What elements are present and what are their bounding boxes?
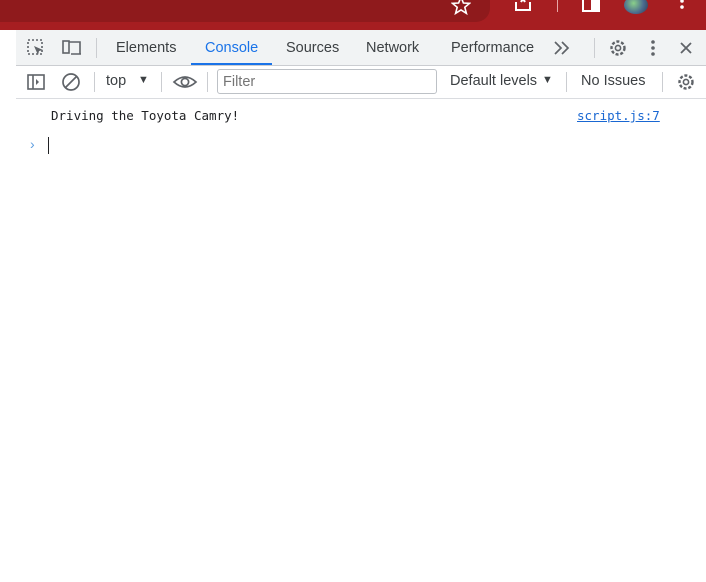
- tabbar-divider: [594, 38, 595, 58]
- browser-toolbar: [0, 0, 706, 30]
- tab-console[interactable]: Console: [191, 30, 273, 65]
- prompt-chevron-icon: ›: [30, 136, 35, 152]
- filter-input[interactable]: [217, 69, 437, 94]
- toolbar-divider: [557, 0, 558, 12]
- device-toolbar-icon[interactable]: [62, 38, 82, 58]
- console-settings-gear-icon[interactable]: [675, 71, 697, 93]
- browser-tab-strip: [0, 0, 490, 22]
- settings-gear-icon[interactable]: [608, 38, 628, 58]
- console-message-source-link[interactable]: script.js:7: [577, 108, 660, 123]
- tab-sources[interactable]: Sources: [272, 30, 353, 65]
- issues-button[interactable]: No Issues: [581, 73, 645, 89]
- inspect-element-icon[interactable]: [26, 38, 46, 58]
- tab-network[interactable]: Network: [352, 30, 433, 65]
- star-icon[interactable]: [450, 0, 472, 16]
- console-message: Driving the Toyota Camry!: [51, 108, 240, 123]
- sidebar-toggle-icon[interactable]: [25, 71, 47, 93]
- toolbar-divider: [94, 72, 95, 92]
- context-selector[interactable]: top: [106, 73, 126, 89]
- extensions-icon[interactable]: [512, 0, 536, 16]
- sidebar-icon[interactable]: [580, 0, 602, 16]
- toolbar-divider: [662, 72, 663, 92]
- toolbar-divider: [207, 72, 208, 92]
- devtools-panel: Elements Console Sources Network Perform…: [16, 30, 706, 582]
- toolbar-divider: [566, 72, 567, 92]
- log-levels-dropdown[interactable]: Default levels: [450, 73, 537, 89]
- tabbar-divider: [96, 38, 97, 58]
- more-options-icon[interactable]: [643, 38, 663, 58]
- clear-console-icon[interactable]: [60, 71, 82, 93]
- more-tabs-icon[interactable]: [552, 38, 572, 58]
- devtools-tabbar: Elements Console Sources Network Perform…: [16, 30, 706, 66]
- live-expression-eye-icon[interactable]: [172, 71, 198, 93]
- levels-dropdown-icon[interactable]: ▼: [542, 74, 553, 86]
- context-dropdown-icon[interactable]: ▼: [138, 74, 149, 86]
- console-toolbar: top ▼ Default levels ▼ No Issues: [16, 66, 706, 99]
- toolbar-divider: [161, 72, 162, 92]
- avatar[interactable]: [624, 0, 648, 14]
- console-output[interactable]: Driving the Toyota Camry! script.js:7 ›: [16, 99, 706, 582]
- close-icon[interactable]: [676, 38, 696, 58]
- console-input-caret[interactable]: [48, 137, 49, 154]
- tab-performance[interactable]: Performance: [437, 30, 548, 65]
- more-vert-icon[interactable]: [672, 0, 692, 16]
- tab-elements[interactable]: Elements: [102, 30, 190, 65]
